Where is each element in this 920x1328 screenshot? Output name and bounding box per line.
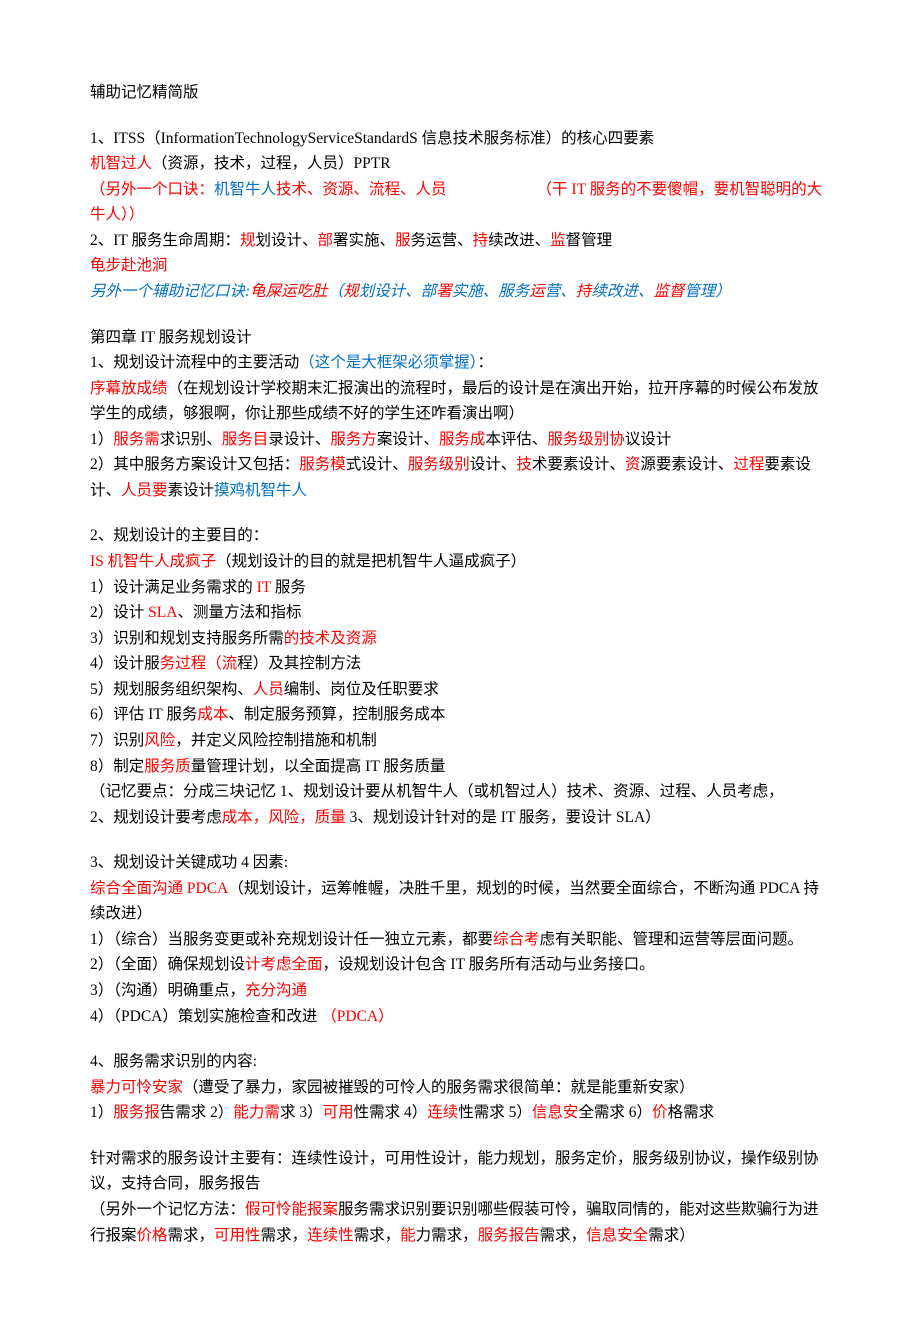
s4-l6: 4）（PDCA）策划实施检查和改进 （PDCA） (90, 1004, 830, 1030)
s3-l3: 1）设计满足业务需求的 IT 服务 (90, 575, 830, 601)
s1-l3: （另外一个口诀：机智牛人技术、资源、流程、人员（干 IT 服务的不要傻帽，要机智… (90, 177, 830, 228)
s1-l5: 龟步赴池涧 (90, 253, 830, 279)
s3-l5: 3）识别和规划支持服务所需的技术及资源 (90, 626, 830, 652)
s2-l1: 1、规划设计流程中的主要活动（这个是大框架必须掌握）： (90, 350, 830, 376)
s3-l2: IS 机智牛人成疯子（规划设计的目的就是把机智牛人逼成疯子） (90, 549, 830, 575)
s3-l4: 2）设计 SLA、测量方法和指标 (90, 600, 830, 626)
s3-l7: 5）规划服务组织架构、人员编制、岗位及任职要求 (90, 677, 830, 703)
s5-l1: 4、服务需求识别的内容: (90, 1049, 830, 1075)
s2-l4: 2）其中服务方案设计又包括：服务模式设计、服务级别设计、技术要素设计、资源要素设… (90, 452, 830, 503)
s4-l5: 3）（沟通）明确重点，充分沟通 (90, 978, 830, 1004)
s6-l2: （另外一个记忆方法：假可怜能报案服务需求识别要识别哪些假装可怜，骗取同情的，能对… (90, 1197, 830, 1248)
s4-l2: 综合全面沟通 PDCA（规划设计，运筹帷幄，决胜千里，规划的时候，当然要全面综合… (90, 876, 830, 927)
s4-l1: 3、规划设计关键成功 4 因素: (90, 850, 830, 876)
s3-l1: 2、规划设计的主要目的： (90, 523, 830, 549)
s1-l4: 2、IT 服务生命周期：规划设计、部署实施、服务运营、持续改进、监督管理 (90, 228, 830, 254)
s3-l12: 2、规划设计要考虑成本，风险，质量 3、规划设计针对的是 IT 服务，要设计 S… (90, 805, 830, 831)
s6-l1: 针对需求的服务设计主要有：连续性设计，可用性设计，能力规划，服务定价，服务级别协… (90, 1146, 830, 1197)
s3-l6: 4）设计服务过程（流程）及其控制方法 (90, 651, 830, 677)
s1-l1: 1、ITSS（InformationTechnologyServiceStand… (90, 126, 830, 152)
s3-l11: （记忆要点：分成三块记忆 1、规划设计要从机智牛人（或机智过人）技术、资源、过程… (90, 779, 830, 805)
s5-l2: 暴力可怜安家（遭受了暴力，家园被摧毁的可怜人的服务需求很简单：就是能重新安家） (90, 1075, 830, 1101)
s4-l3: 1）（综合）当服务变更或补充规划设计任一独立元素，都要综合考虑有关职能、管理和运… (90, 927, 830, 953)
doc-title: 辅助记忆精简版 (90, 80, 830, 106)
s2-l3: 1）服务需求识别、服务目录设计、服务方案设计、服务成本评估、服务级别协议设计 (90, 427, 830, 453)
s3-l9: 7）识别风险，并定义风险控制措施和机制 (90, 728, 830, 754)
chapter4-title: 第四章 IT 服务规划设计 (90, 325, 830, 351)
s2-l2: 序幕放成绩（在规划设计学校期末汇报演出的流程时，最后的设计是在演出开始，拉开序幕… (90, 376, 830, 427)
s1-l6: 另外一个辅助记忆口诀:龟屎运吃肚（规划设计、部署实施、服务运营、持续改进、监督管… (90, 279, 830, 305)
s5-l3: 1）服务报告需求 2）能力需求 3）可用性需求 4）连续性需求 5）信息安全需求… (90, 1100, 830, 1126)
s3-l8: 6）评估 IT 服务成本、制定服务预算，控制服务成本 (90, 702, 830, 728)
s1-l2: 机智过人（资源，技术，过程，人员）PPTR (90, 151, 830, 177)
s4-l4: 2）（全面）确保规划设计考虑全面，设规划设计包含 IT 服务所有活动与业务接口。 (90, 952, 830, 978)
s3-l10: 8）制定服务质量管理计划，以全面提高 IT 服务质量 (90, 754, 830, 780)
